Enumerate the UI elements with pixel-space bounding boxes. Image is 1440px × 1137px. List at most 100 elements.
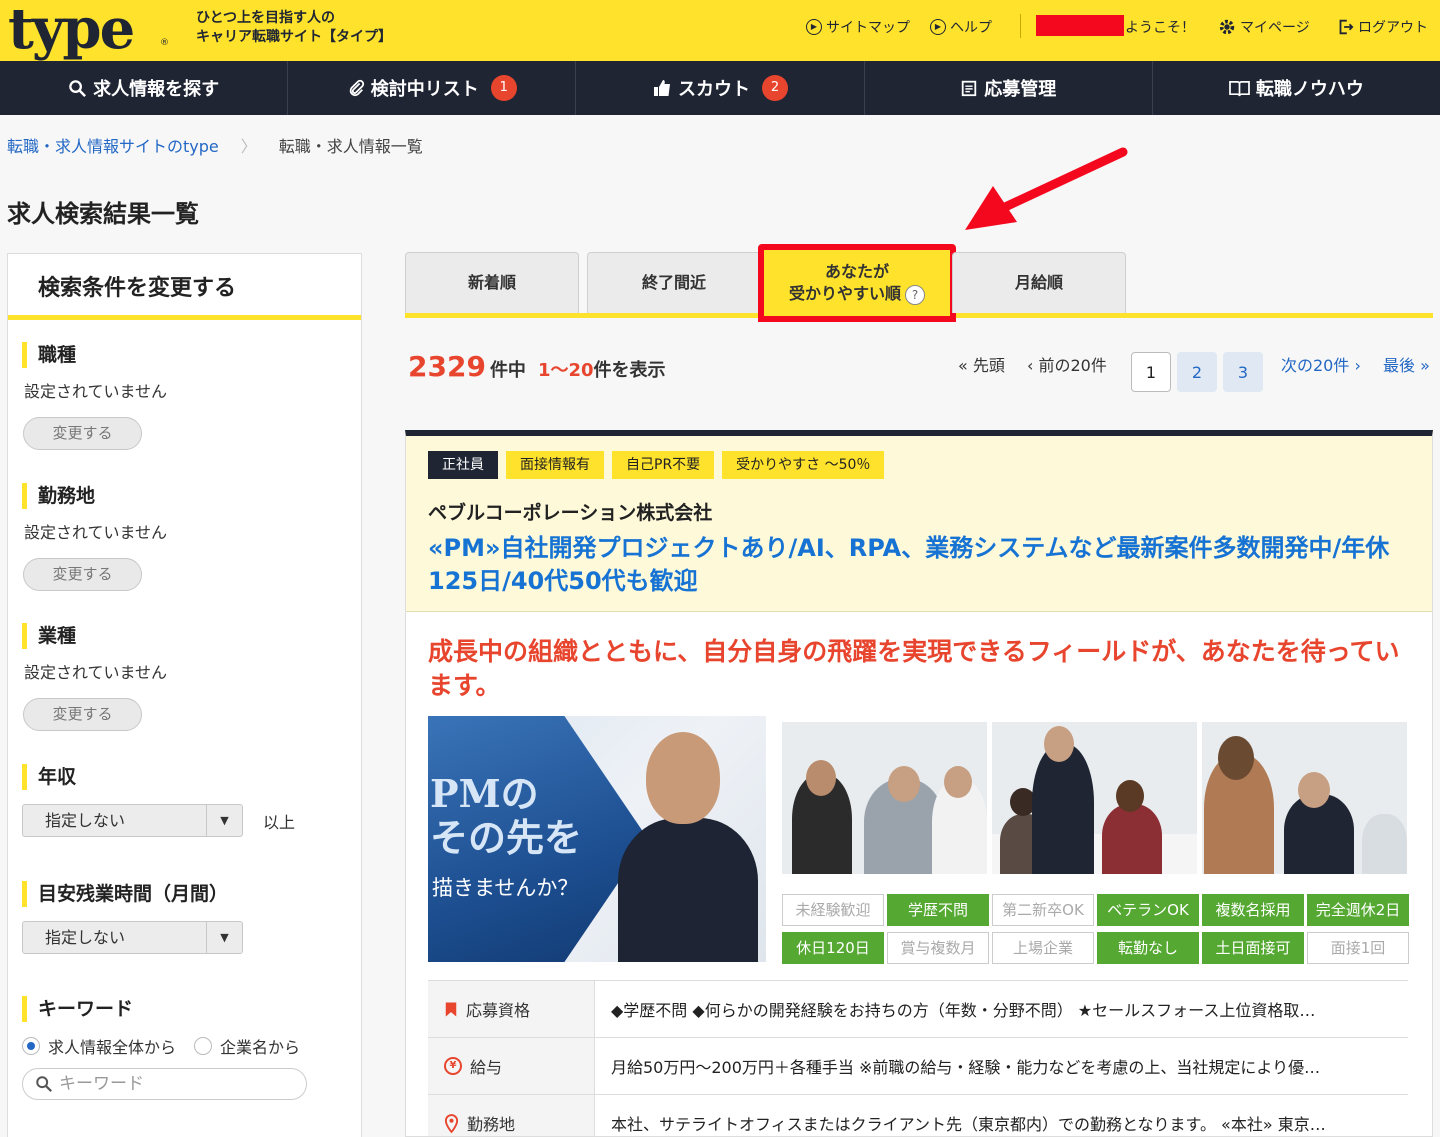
pager-first[interactable]: « 先頭	[958, 352, 1005, 376]
breadcrumb-current: 転職・求人情報一覧	[278, 137, 423, 156]
logout-icon	[1339, 19, 1354, 35]
radio-company-name-label: 企業名から	[220, 1038, 301, 1057]
logo-registered-mark: ®	[160, 38, 169, 48]
result-total-suffix: 件中	[489, 360, 526, 381]
keyword-input[interactable]: キーワード	[22, 1068, 307, 1100]
nav-scout[interactable]: スカウト 2	[576, 61, 865, 115]
info-row-salary: ¥ 給与 月給50万円〜200万円＋各種手当 ※前職の給与・経験・能力などを考慮…	[428, 1038, 1408, 1095]
tab-easy-to-pass[interactable]: あなたが 受かりやすい順?	[758, 244, 956, 322]
help-icon[interactable]: ?	[905, 285, 925, 305]
nav-shortlist-label: 検討中リスト	[370, 79, 479, 100]
sort-tabs: 新着順 終了間近 あなたが 受かりやすい順? 月給順	[405, 244, 1433, 322]
feature-badge: 賞与複数月	[887, 932, 989, 964]
job-title-link[interactable]: «PM»自社開発プロジェクトあり/AI、RPA、業務システムなど最新案件多数開発…	[428, 532, 1418, 598]
info-value: ◆学歴不問 ◆何らかの開発経験をお持ちの方（年数・分野不問） ★セールスフォース…	[611, 1001, 1316, 1020]
filter-label: 業種	[22, 623, 167, 649]
tab-newest[interactable]: 新着順	[405, 252, 579, 313]
info-label: ¥ 給与	[428, 1038, 595, 1094]
job-tags: 正社員 面接情報有 自己PR不要 受かりやすさ 〜50％	[428, 451, 885, 479]
site-logo[interactable]: type	[8, 0, 135, 62]
job-photo-3[interactable]	[1202, 722, 1407, 874]
page-1[interactable]: 1	[1131, 352, 1171, 392]
filter-value: 設定されていません	[24, 382, 168, 401]
sitemap-label: サイトマップ	[826, 20, 910, 36]
nav-knowhow[interactable]: 転職ノウハウ	[1153, 61, 1440, 115]
site-header: type ® ひとつ上を目指す人の キャリア転職サイト【タイプ】 ▶ サイトマッ…	[0, 0, 1440, 62]
overtime-select-value: 指定しない	[45, 928, 126, 947]
paperclip-icon	[349, 79, 364, 97]
filter-location: 勤務地 設定されていません 変更する	[22, 483, 167, 591]
job-card: 正社員 面接情報有 自己PR不要 受かりやすさ 〜50％ ペブルコーポレーション…	[405, 430, 1433, 1137]
mypage-link[interactable]: マイページ	[1218, 17, 1310, 37]
feature-badge: 未経験歓迎	[782, 894, 884, 926]
salary-select[interactable]: 指定しない ▼	[22, 804, 243, 837]
change-industry-button[interactable]: 変更する	[23, 698, 142, 731]
overtime-select[interactable]: 指定しない ▼	[22, 921, 243, 954]
info-row-requirements: 応募資格 ◆学歴不問 ◆何らかの開発経験をお持ちの方（年数・分野不問） ★セール…	[428, 981, 1408, 1038]
result-range: 1〜20	[537, 360, 594, 381]
filter-label: 年収	[22, 764, 295, 790]
tab-salary[interactable]: 月給順	[952, 252, 1126, 313]
job-photo-2[interactable]	[992, 722, 1197, 874]
help-link[interactable]: ▶ ヘルプ	[930, 17, 992, 37]
nav-applications-label: 応募管理	[984, 79, 1057, 100]
search-icon	[36, 1076, 52, 1092]
nav-search-jobs[interactable]: 求人情報を探す	[0, 61, 289, 115]
radio-all-jobs-label: 求人情報全体から	[48, 1038, 177, 1057]
nav-knowhow-label: 転職ノウハウ	[1255, 79, 1364, 100]
annotation-arrow-icon	[965, 147, 1128, 230]
radio-company-name[interactable]	[194, 1037, 213, 1055]
tab-easy-label-1: あなたが	[824, 262, 889, 281]
breadcrumb-home-link[interactable]: 転職・求人情報サイトのtype	[7, 133, 219, 157]
nav-shortlist[interactable]: 検討中リスト 1	[288, 61, 577, 115]
job-main-image[interactable]: PMの その先を 描きませんか？	[428, 716, 766, 962]
radio-all-jobs[interactable]	[22, 1037, 40, 1055]
image-headline-1: PMの	[430, 771, 539, 816]
info-label: 応募資格	[428, 981, 595, 1037]
feature-badge: 複数名採用	[1202, 894, 1304, 926]
search-icon	[69, 79, 87, 97]
page-3[interactable]: 3	[1223, 352, 1263, 392]
tab-newest-label: 新着順	[467, 273, 516, 292]
tag-interview-info: 面接情報有	[506, 451, 604, 479]
pager-next[interactable]: 次の20件 ›	[1281, 352, 1361, 376]
main-nav: 求人情報を探す 検討中リスト 1 スカウト 2 応募管理 転職ノウハウ	[0, 61, 1440, 115]
pager-prev[interactable]: ‹ 前の20件	[1027, 352, 1107, 376]
job-info-table: 応募資格 ◆学歴不問 ◆何らかの開発経験をお持ちの方（年数・分野不問） ★セール…	[428, 980, 1408, 1136]
info-label-text: 勤務地	[467, 1115, 516, 1134]
job-card-header: 正社員 面接情報有 自己PR不要 受かりやすさ 〜50％ ペブルコーポレーション…	[406, 436, 1432, 612]
change-job-type-button[interactable]: 変更する	[23, 417, 142, 450]
nav-applications[interactable]: 応募管理	[865, 61, 1153, 115]
salary-select-value: 指定しない	[45, 811, 126, 830]
feature-badge: 上場企業	[992, 932, 1094, 964]
pager-last[interactable]: 最後 »	[1383, 352, 1430, 376]
play-circle-icon: ▶	[806, 19, 822, 35]
logout-link[interactable]: ログアウト	[1336, 17, 1428, 37]
mypage-label: マイページ	[1240, 20, 1310, 36]
tab-ending-soon[interactable]: 終了間近	[587, 252, 761, 313]
tagline-line-1: ひとつ上を目指す人の	[196, 10, 336, 26]
logout-label: ログアウト	[1358, 20, 1428, 36]
tab-ending-soon-label: 終了間近	[641, 273, 706, 292]
page-2[interactable]: 2	[1177, 352, 1217, 392]
tab-salary-label: 月給順	[1014, 273, 1063, 292]
bookmark-icon	[445, 1002, 457, 1016]
company-name[interactable]: ペブルコーポレーション株式会社	[428, 498, 712, 525]
job-photo-1[interactable]	[782, 722, 987, 874]
nav-scout-label: スカウト	[678, 79, 750, 100]
image-person	[618, 818, 758, 962]
sitemap-link[interactable]: ▶ サイトマップ	[806, 17, 910, 37]
feature-badge: 面接1回	[1307, 932, 1409, 964]
tagline-line-2: キャリア転職サイト【タイプ】	[196, 29, 392, 45]
filter-value: 設定されていません	[24, 523, 168, 542]
map-pin-icon	[444, 1113, 459, 1133]
tag-no-pr: 自己PR不要	[612, 451, 715, 479]
change-location-button[interactable]: 変更する	[23, 558, 142, 591]
welcome-text: ようこそ！	[1125, 20, 1195, 36]
job-feature-badges: 未経験歓迎 学歴不問 第二新卒OK ベテランOK 複数名採用 完全週休2日 休日120日 賞与…	[782, 894, 1409, 964]
tag-employment-type: 正社員	[428, 451, 498, 479]
pager-numbers: 1 2 3	[1131, 352, 1263, 392]
result-range-suffix: 件を表示	[593, 360, 666, 381]
filter-industry: 業種 設定されていません 変更する	[22, 623, 167, 731]
search-filter-sidebar: 検索条件を変更する 職種 設定されていません 変更する 勤務地 設定されていませ…	[7, 253, 362, 1137]
